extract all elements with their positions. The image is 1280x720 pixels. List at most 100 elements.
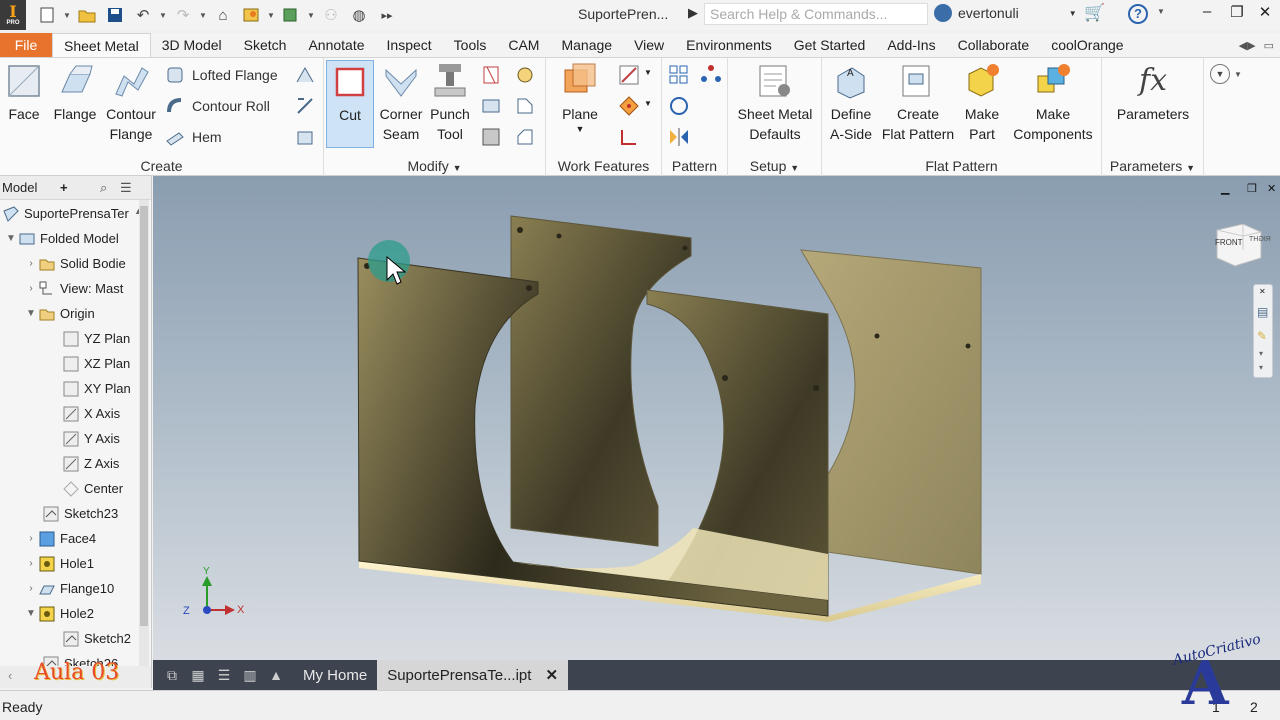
undo-dropdown-icon[interactable]: ▼ [158, 2, 168, 28]
sheet-metal-part[interactable] [153, 176, 1280, 660]
tree-item-center-point[interactable]: Center [62, 476, 123, 501]
setup-group-label[interactable]: Setup ▼ [728, 158, 821, 174]
tab-menu-icon[interactable]: ▲ [265, 660, 287, 690]
viewport-close-icon[interactable]: ✕ [1267, 182, 1276, 195]
tab-annotate[interactable]: Annotate [297, 33, 375, 57]
navbar-menu-icon[interactable]: ▾ [1259, 363, 1263, 372]
cut-button[interactable]: Cut [326, 60, 374, 148]
restore-icon[interactable]: ❐ [1222, 3, 1252, 21]
circular-pattern-icon[interactable] [700, 64, 722, 86]
scroll-left-icon[interactable]: ‹ [8, 668, 12, 683]
tree-item-view[interactable]: › View: Mast [24, 276, 123, 301]
point-icon[interactable] [618, 95, 640, 117]
expand-icon[interactable]: › [24, 258, 38, 269]
browser-title[interactable]: Model [2, 180, 60, 195]
point-dropdown-icon[interactable]: ▼ [644, 99, 652, 108]
add-browser-tab-icon[interactable]: + [60, 180, 80, 195]
viewport-restore-icon[interactable]: ❐ [1247, 182, 1257, 195]
flange-button[interactable]: Flange [50, 62, 100, 124]
tab-tools[interactable]: Tools [443, 33, 498, 57]
refold-icon[interactable] [480, 126, 502, 148]
help-icon[interactable]: ? [1128, 4, 1148, 24]
expand-icon[interactable]: › [24, 533, 38, 544]
tab-sheet-metal[interactable]: Sheet Metal [52, 33, 151, 57]
tab-view[interactable]: View [623, 33, 675, 57]
axis-icon[interactable] [618, 64, 640, 86]
appearance-icon[interactable]: ◍ [346, 2, 372, 28]
rip-icon[interactable] [480, 64, 502, 86]
customize-icon[interactable]: ▼ [1210, 64, 1230, 84]
tab-my-home[interactable]: My Home [293, 660, 377, 690]
home-icon[interactable]: ⌂ [210, 2, 236, 28]
user-dropdown-icon[interactable]: ▼ [1069, 9, 1077, 18]
unfold-icon[interactable] [294, 126, 316, 148]
tab-sketch[interactable]: Sketch [233, 33, 298, 57]
tab-file[interactable]: File [0, 33, 52, 57]
parameters-button[interactable]: fx Parameters [1110, 62, 1196, 124]
cart-icon[interactable]: 🛒 [1084, 3, 1105, 23]
tab-3d-model[interactable]: 3D Model [151, 33, 233, 57]
document-title-arrow-icon[interactable]: ▶ [688, 5, 698, 21]
pan-icon[interactable]: ▤ [1257, 305, 1268, 319]
modify-dropdown-icon[interactable]: ▼ [453, 163, 462, 173]
tree-item-xz-plane[interactable]: XZ Plan [62, 351, 130, 376]
zoom-icon[interactable]: ✎ [1257, 329, 1267, 343]
sketch-driven-pattern-icon[interactable] [668, 95, 690, 117]
parameters-group-label[interactable]: Parameters ▼ [1102, 158, 1203, 174]
arrange-horizontal-icon[interactable]: ☰ [213, 660, 235, 690]
close-icon[interactable]: ✕ [1250, 3, 1280, 21]
contour-roll-button[interactable]: Contour Roll [164, 95, 270, 117]
corner-chamfer-icon[interactable] [514, 95, 536, 117]
expand-icon[interactable]: › [24, 583, 38, 594]
tree-item-x-axis[interactable]: X Axis [62, 401, 120, 426]
plane-button[interactable]: Plane ▼ [558, 62, 602, 134]
face-button[interactable]: Face [4, 62, 44, 124]
make-part-button[interactable]: Make Part [962, 62, 1002, 144]
tab-get-started[interactable]: Get Started [783, 33, 877, 57]
tab-add-ins[interactable]: Add-Ins [876, 33, 946, 57]
define-a-side-button[interactable]: A Define A-Side [826, 62, 876, 144]
rectangular-pattern-icon[interactable] [668, 64, 690, 86]
corner-seam-button[interactable]: Corner Seam [378, 62, 424, 144]
gallery-icon[interactable] [238, 2, 264, 28]
search-icon[interactable]: ⌕ [100, 180, 120, 196]
view-cube[interactable]: FRONT RIGHT [1213, 220, 1271, 268]
fold-icon[interactable] [294, 95, 316, 117]
bend-icon[interactable] [294, 64, 316, 86]
tree-item-y-axis[interactable]: Y Axis [62, 426, 120, 451]
tree-item-flange10[interactable]: › Flange10 [24, 576, 114, 601]
browser-menu-icon[interactable]: ☰ [120, 180, 140, 196]
hem-button[interactable]: Hem [164, 126, 222, 148]
contour-flange-button[interactable]: Contour Flange [102, 62, 160, 144]
redo-icon[interactable]: ↷ [170, 2, 196, 28]
sheet-metal-defaults-button[interactable]: Sheet Metal Defaults [732, 62, 818, 144]
tab-cam[interactable]: CAM [497, 33, 550, 57]
lofted-flange-button[interactable]: Lofted Flange [164, 64, 278, 86]
unfold-modify-icon[interactable] [480, 95, 502, 117]
tree-item-hole1[interactable]: › Hole1 [24, 551, 94, 576]
tree-item-xy-plane[interactable]: XY Plan [62, 376, 131, 401]
help-search-input[interactable]: Search Help & Commands... [704, 3, 928, 25]
collapse-icon[interactable]: ▼ [24, 308, 38, 319]
ucs-icon[interactable] [618, 126, 640, 148]
modify-group-label[interactable]: Modify ▼ [324, 158, 545, 174]
navbar-close-icon[interactable]: ✕ [1259, 287, 1266, 296]
tree-item-yz-plane[interactable]: YZ Plan [62, 326, 130, 351]
new-icon[interactable] [34, 2, 60, 28]
axis-dropdown-icon[interactable]: ▼ [644, 68, 652, 77]
ribbon-options-icon[interactable]: ◀▶ [1239, 39, 1256, 52]
parameters-dropdown-icon[interactable]: ▼ [1186, 163, 1195, 173]
viewport-minimize-icon[interactable]: ▁ [1221, 182, 1229, 195]
update-icon[interactable] [278, 2, 304, 28]
save-icon[interactable] [102, 2, 128, 28]
undo-icon[interactable]: ↶ [130, 2, 156, 28]
customize-dropdown-icon[interactable]: ▼ [1234, 70, 1242, 79]
graphics-viewport[interactable]: FRONT RIGHT ✕ ▤ ✎ ▾ ▾ Y X Z ▁ ❐ ✕ [153, 176, 1280, 660]
gallery-dropdown-icon[interactable]: ▼ [266, 2, 276, 28]
collapse-icon[interactable]: ▼ [24, 608, 38, 619]
punch-tool-button[interactable]: Punch Tool [428, 62, 472, 144]
tab-environments[interactable]: Environments [675, 33, 783, 57]
scrollbar-thumb[interactable] [140, 206, 148, 626]
browser-vertical-scrollbar[interactable] [139, 200, 149, 670]
collapse-icon[interactable]: ▼ [4, 233, 18, 244]
